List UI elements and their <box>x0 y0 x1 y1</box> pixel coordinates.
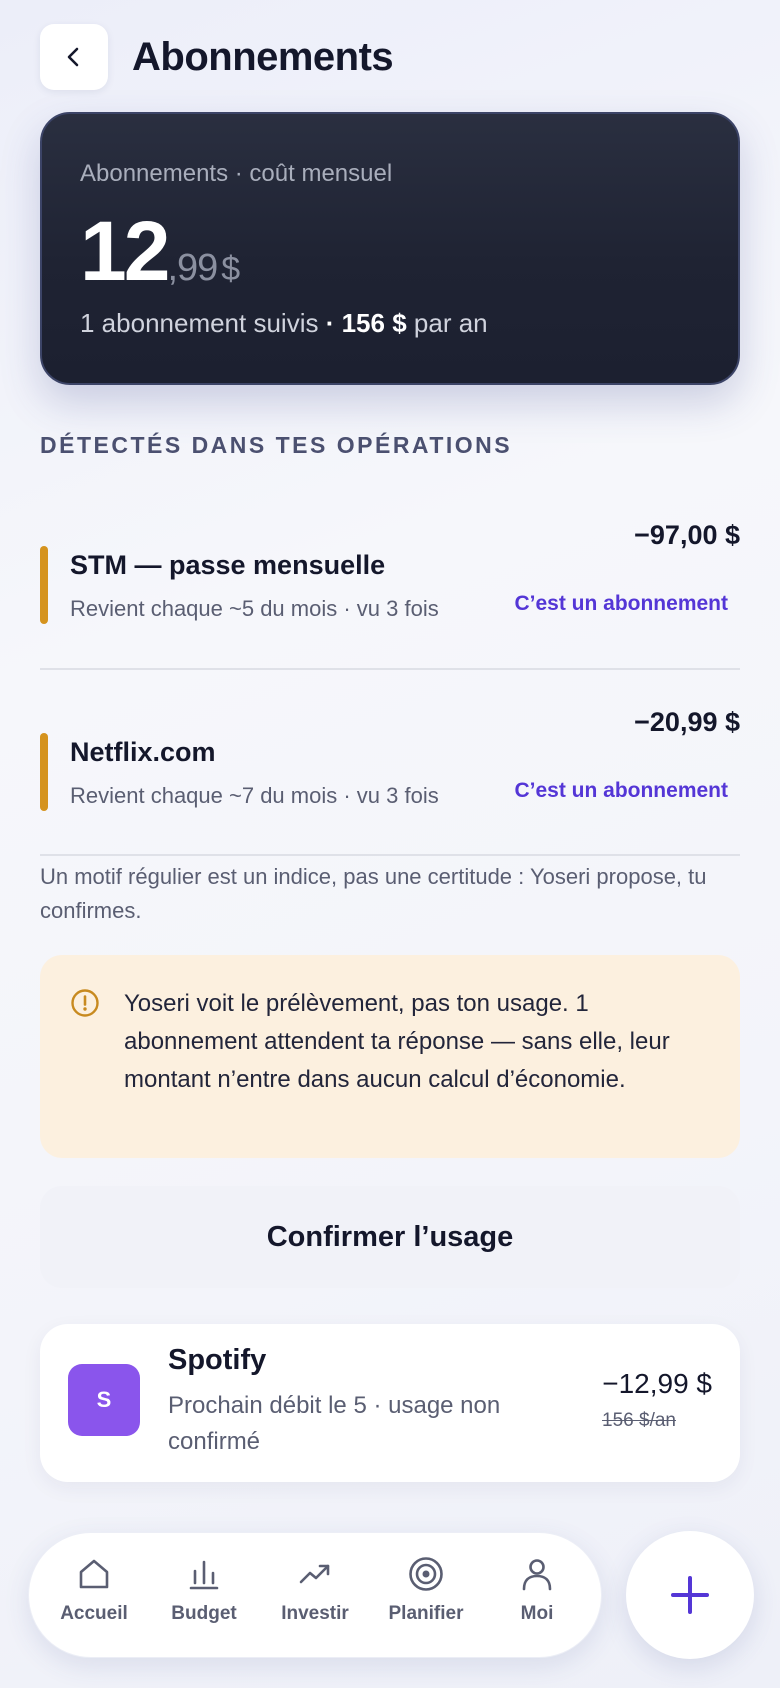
subscription-card[interactable]: S Spotify Prochain débit le 5 · usage no… <box>40 1324 740 1482</box>
nav-label: Planifier <box>388 1603 464 1624</box>
yearly-amount: 156 $ <box>341 308 407 338</box>
detected-item-name: Netflix.com <box>70 737 216 767</box>
page-title: Abonnements <box>132 34 394 79</box>
mark-subscription-button[interactable]: C’est un abonnement <box>514 779 728 803</box>
add-button[interactable] <box>626 1531 754 1659</box>
detected-item-amount: −97,00 $ <box>634 520 740 550</box>
bar-chart-icon <box>189 1560 219 1590</box>
detected-item-subtitle: Revient chaque ~7 du mois · vu 3 fois <box>70 783 439 808</box>
back-button[interactable] <box>40 24 108 90</box>
plus-icon <box>671 1576 709 1614</box>
monthly-cost-label: Abonnements · coût mensuel <box>80 160 393 187</box>
warning-text: Yoseri voit le prélèvement, pas ton usag… <box>124 990 670 1093</box>
nav-item-investir[interactable]: Investir <box>260 1555 370 1625</box>
hint-note: Un motif régulier est un indice, pas une… <box>40 864 707 923</box>
nav-item-planifier[interactable]: Planifier <box>371 1555 481 1625</box>
nav-item-moi[interactable]: Moi <box>482 1555 592 1625</box>
amount-currency: $ <box>221 250 241 288</box>
subscription-description: Prochain débit le 5 · usage non confirmé <box>168 1392 501 1455</box>
detected-item: STM — passe mensuelle Revient chaque ~5 … <box>40 520 740 636</box>
accent-bar <box>40 733 48 811</box>
confirm-usage-button[interactable]: Confirmer l’usage <box>40 1186 740 1288</box>
alert-circle-icon <box>71 989 99 1017</box>
nav-item-accueil[interactable]: Accueil <box>39 1555 149 1625</box>
nav-label: Moi <box>520 1603 554 1624</box>
home-icon <box>79 1559 109 1589</box>
yearly-suffix: par an <box>406 308 488 338</box>
user-icon <box>522 1559 552 1591</box>
warning-banner: Yoseri voit le prélèvement, pas ton usag… <box>40 955 740 1158</box>
subscription-count: 1 abonnement suivis <box>80 308 319 338</box>
header: Abonnements <box>40 24 394 90</box>
nav-item-budget[interactable]: Budget <box>149 1555 259 1625</box>
detected-item-subtitle: Revient chaque ~5 du mois · vu 3 fois <box>70 596 439 621</box>
target-icon <box>409 1557 443 1591</box>
amount-integer: 12 <box>80 204 170 298</box>
detected-item-name: STM — passe mensuelle <box>70 550 386 580</box>
detected-item-amount: −20,99 $ <box>634 707 740 737</box>
subscription-yearly: 156 $/an <box>602 1410 676 1431</box>
divider <box>40 668 740 670</box>
subscription-name: Spotify <box>168 1344 267 1376</box>
subscription-amount: −12,99 $ <box>602 1368 712 1399</box>
avatar: S <box>68 1364 140 1436</box>
nav-label: Accueil <box>60 1603 128 1624</box>
nav-label: Budget <box>171 1603 237 1624</box>
monthly-cost-card: Abonnements · coût mensuel 12 ,99 $ 1 ab… <box>40 112 740 385</box>
monthly-cost-amount: 12 ,99 $ <box>80 204 700 298</box>
bottom-nav: Accueil Budget Investir Planifier Moi <box>28 1532 602 1658</box>
yearly-summary: 1 abonnement suivis · 156 $ par an <box>80 308 700 339</box>
divider <box>40 854 740 856</box>
trending-up-icon <box>299 1564 330 1584</box>
amount-decimals: ,99 <box>167 247 218 289</box>
section-title: DÉTECTÉS DANS TES OPÉRATIONS <box>40 432 513 458</box>
accent-bar <box>40 546 48 624</box>
mark-subscription-button[interactable]: C’est un abonnement <box>514 592 728 616</box>
separator: · <box>318 308 342 338</box>
nav-label: Investir <box>281 1603 349 1624</box>
detected-item: Netflix.com Revient chaque ~7 du mois · … <box>40 707 740 823</box>
chevron-left-icon <box>67 47 79 67</box>
